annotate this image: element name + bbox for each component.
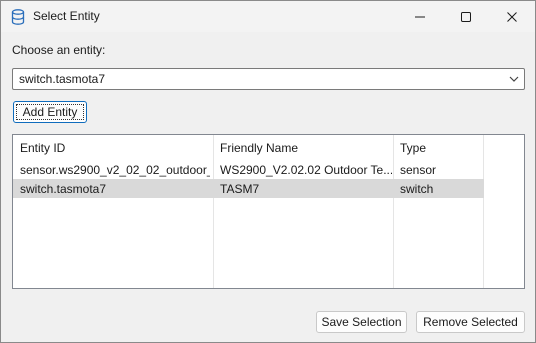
- title-bar[interactable]: Select Entity: [1, 1, 535, 32]
- save-selection-button[interactable]: Save Selection: [316, 311, 407, 333]
- entity-combobox[interactable]: switch.tasmota7: [12, 68, 525, 90]
- table-row[interactable]: sensor.ws2900_v2_02_02_outdoor_... WS290…: [13, 160, 484, 179]
- header-type[interactable]: Type: [400, 141, 482, 155]
- remove-selected-button[interactable]: Remove Selected: [416, 311, 525, 333]
- cell-entity-id: switch.tasmota7: [20, 182, 107, 196]
- minimize-button[interactable]: [397, 1, 443, 32]
- maximize-icon: [461, 11, 471, 22]
- add-entity-button[interactable]: Add Entity: [13, 101, 87, 123]
- close-icon: [507, 11, 517, 22]
- entity-list[interactable]: Entity ID Friendly Name Type sensor.ws29…: [12, 134, 525, 289]
- select-entity-dialog: Select Entity Choose an entity: switch.t…: [0, 0, 536, 343]
- cell-type: sensor: [400, 163, 437, 177]
- minimize-icon: [415, 16, 425, 17]
- cell-entity-id: sensor.ws2900_v2_02_02_outdoor_...: [20, 163, 210, 177]
- choose-entity-label: Choose an entity:: [12, 43, 106, 57]
- database-icon: [11, 9, 25, 25]
- header-entity-id[interactable]: Entity ID: [20, 141, 210, 155]
- header-friendly-name[interactable]: Friendly Name: [220, 141, 392, 155]
- chevron-down-icon[interactable]: [508, 73, 520, 85]
- cell-friendly-name: WS2900_V2.02.02 Outdoor Te...: [220, 163, 392, 177]
- cell-friendly-name: TASM7: [220, 182, 260, 196]
- add-entity-label: Add Entity: [22, 105, 78, 119]
- close-button[interactable]: [489, 1, 535, 32]
- maximize-button[interactable]: [443, 1, 489, 32]
- list-header: Entity ID Friendly Name Type: [13, 135, 484, 160]
- table-row-selected[interactable]: switch.tasmota7 TASM7 switch: [13, 179, 484, 198]
- cell-type: switch: [400, 182, 434, 196]
- window-title: Select Entity: [33, 9, 100, 23]
- combobox-value: switch.tasmota7: [19, 72, 106, 86]
